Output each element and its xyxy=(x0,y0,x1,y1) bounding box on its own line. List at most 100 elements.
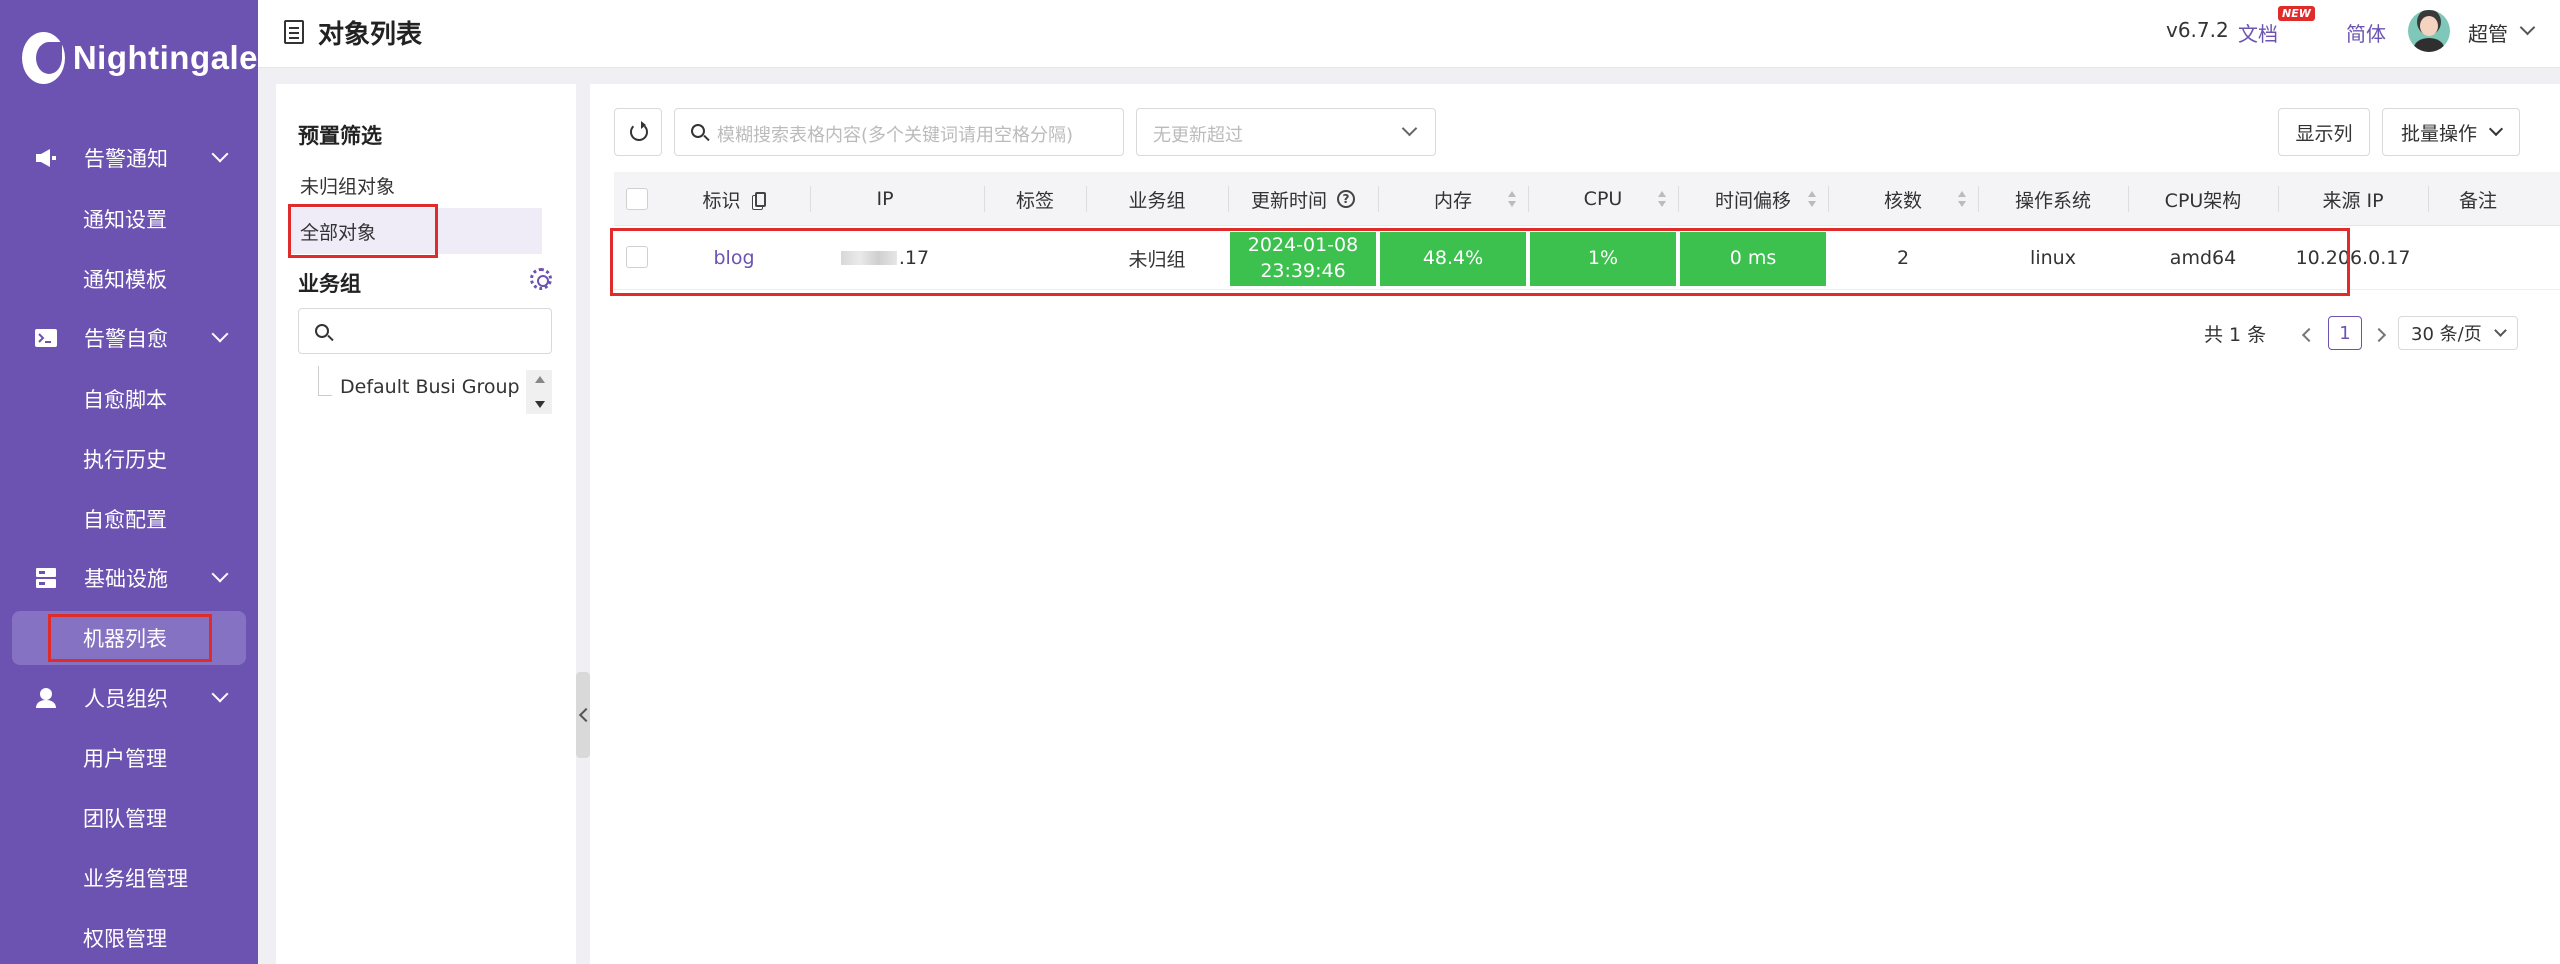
search-placeholder: 模糊搜索表格内容(多个关键词请用空格分隔) xyxy=(717,125,1074,146)
sort-icon[interactable] xyxy=(1808,191,1816,207)
list-icon xyxy=(284,20,304,44)
chevron-down-icon[interactable] xyxy=(2519,19,2536,36)
select-placeholder: 无更新超过 xyxy=(1153,125,1243,146)
avatar[interactable] xyxy=(2408,10,2450,52)
user-icon xyxy=(34,686,58,710)
nav-item-exec-history[interactable]: 执行历史 xyxy=(12,432,246,486)
nav-group-alert-notify[interactable]: 告警通知 xyxy=(0,128,258,188)
app-name: Nightingale xyxy=(72,38,258,76)
sort-icon[interactable] xyxy=(1508,191,1516,207)
collapse-panel-handle[interactable] xyxy=(576,672,590,758)
row-checkbox[interactable] xyxy=(626,246,648,268)
page-title: 对象列表 xyxy=(318,20,423,50)
chevron-down-icon xyxy=(211,325,229,343)
gear-icon[interactable] xyxy=(530,268,552,290)
nav-item-label: 执行历史 xyxy=(83,448,167,472)
nav-item-notify-settings[interactable]: 通知设置 xyxy=(12,192,246,246)
nav-item-teams[interactable]: 团队管理 xyxy=(12,791,246,845)
button-label: 批量操作 xyxy=(2400,122,2477,145)
cell-cpu: 1% xyxy=(1530,232,1676,286)
col-label: 业务组 xyxy=(1128,189,1186,212)
nav-item-users[interactable]: 用户管理 xyxy=(12,731,246,785)
nav-group-label: 基础设施 xyxy=(84,567,168,591)
col-ident[interactable]: 标识 xyxy=(660,172,808,226)
sort-icon[interactable] xyxy=(1958,191,1966,207)
nav-item-notify-templates[interactable]: 通知模板 xyxy=(12,252,246,306)
nav-item-heal-config[interactable]: 自愈配置 xyxy=(12,492,246,546)
cell-source-ip: 10.206.0.17 xyxy=(2295,247,2411,269)
col-label: 来源 IP xyxy=(2322,189,2384,212)
chevron-down-icon xyxy=(1401,120,1418,137)
filter-ungrouped[interactable]: 未归组对象 xyxy=(288,162,542,208)
filter-all-objects[interactable]: 全部对象 xyxy=(288,208,542,254)
user-menu[interactable]: 超管 xyxy=(2468,18,2508,47)
nav-item-heal-scripts[interactable]: 自愈脚本 xyxy=(12,372,246,426)
docs-link[interactable]: 文档 xyxy=(2238,18,2278,47)
page-size-select[interactable]: 30 条/页 xyxy=(2398,316,2518,350)
logo[interactable]: Nightingale xyxy=(0,0,258,115)
sort-icon[interactable] xyxy=(1658,191,1666,207)
tree-node-default-busi-group[interactable]: Default Busi Group xyxy=(340,376,520,398)
chevron-down-icon xyxy=(211,685,229,703)
search-icon xyxy=(315,324,329,338)
table-row[interactable]: blog .17 未归组 2024-01-08 23:39:46 48.4% 1… xyxy=(614,226,2560,290)
busi-group-search-input[interactable] xyxy=(298,308,552,354)
no-update-select[interactable]: 无更新超过 xyxy=(1136,108,1436,156)
cell-note xyxy=(2428,226,2528,290)
show-columns-button[interactable]: 显示列 xyxy=(2278,108,2370,156)
table-search-input[interactable]: 模糊搜索表格内容(多个关键词请用空格分隔) xyxy=(674,108,1124,156)
cell-ident[interactable]: blog xyxy=(660,226,808,290)
col-ip[interactable]: IP xyxy=(810,172,960,226)
nav-group-org[interactable]: 人员组织 xyxy=(0,668,258,728)
col-cpu[interactable]: CPU xyxy=(1528,172,1678,226)
col-label: CPU xyxy=(1583,188,1623,210)
redacted-ip-mask xyxy=(840,251,897,265)
chevron-right-icon[interactable] xyxy=(2371,327,2387,343)
nav-item-label: 机器列表 xyxy=(83,627,167,651)
new-badge: NEW xyxy=(2278,6,2315,21)
busi-group-title: 业务组 xyxy=(298,272,361,296)
cell-ip-suffix: .17 xyxy=(898,247,930,269)
refresh-button[interactable] xyxy=(614,108,662,156)
cell-cores: 2 xyxy=(1896,247,1910,269)
col-label: 操作系统 xyxy=(2014,189,2091,212)
chevron-down-icon xyxy=(2488,121,2504,137)
server-icon xyxy=(34,566,58,590)
filter-option-label: 未归组对象 xyxy=(300,175,396,198)
language-switch[interactable]: 简体 xyxy=(2346,18,2386,47)
nav-item-machine-list[interactable]: 机器列表 xyxy=(12,611,246,665)
chevron-down-icon xyxy=(2494,324,2507,337)
nav-item-busi-groups[interactable]: 业务组管理 xyxy=(12,851,246,905)
nav-group-infrastructure[interactable]: 基础设施 xyxy=(0,548,258,608)
nav-group-label: 人员组织 xyxy=(84,687,168,711)
col-label: CPU架构 xyxy=(2164,189,2242,212)
col-offset[interactable]: 时间偏移 xyxy=(1678,172,1828,226)
nav-item-label: 用户管理 xyxy=(83,747,167,771)
select-all-checkbox[interactable] xyxy=(626,188,648,210)
sidebar: Nightingale 告警通知 通知设置 通知模板 告警自愈 自愈脚本 执行历… xyxy=(0,0,258,964)
nav-item-label: 团队管理 xyxy=(83,807,167,831)
col-label: 更新时间 xyxy=(1250,189,1327,212)
pagination-page-1[interactable]: 1 xyxy=(2328,316,2362,350)
col-label: 内存 xyxy=(1433,189,1472,212)
help-icon[interactable]: ? xyxy=(1337,190,1355,208)
copy-icon[interactable] xyxy=(754,191,766,207)
nav-group-self-healing[interactable]: 告警自愈 xyxy=(0,308,258,368)
nav-item-permissions[interactable]: 权限管理 xyxy=(12,911,246,964)
batch-actions-button[interactable]: 批量操作 xyxy=(2382,108,2520,156)
col-label: 时间偏移 xyxy=(1714,189,1791,212)
chevron-left-icon[interactable] xyxy=(2301,327,2317,343)
tree-scrollbar[interactable] xyxy=(526,370,552,414)
col-note: 备注 xyxy=(2428,172,2528,226)
page-size-label: 30 条/页 xyxy=(2411,324,2482,345)
button-label: 显示列 xyxy=(2295,122,2353,145)
chevron-down-icon xyxy=(211,565,229,583)
cell-update-time: 2024-01-08 23:39:46 xyxy=(1230,232,1376,286)
col-mem[interactable]: 内存 xyxy=(1378,172,1528,226)
cell-tags xyxy=(984,226,1086,290)
cell-group: 未归组 xyxy=(1128,248,1186,271)
col-os: 操作系统 xyxy=(1978,172,2128,226)
col-update-time[interactable]: 更新时间? xyxy=(1228,172,1378,226)
tree-connector xyxy=(318,366,332,396)
col-cores[interactable]: 核数 xyxy=(1828,172,1978,226)
